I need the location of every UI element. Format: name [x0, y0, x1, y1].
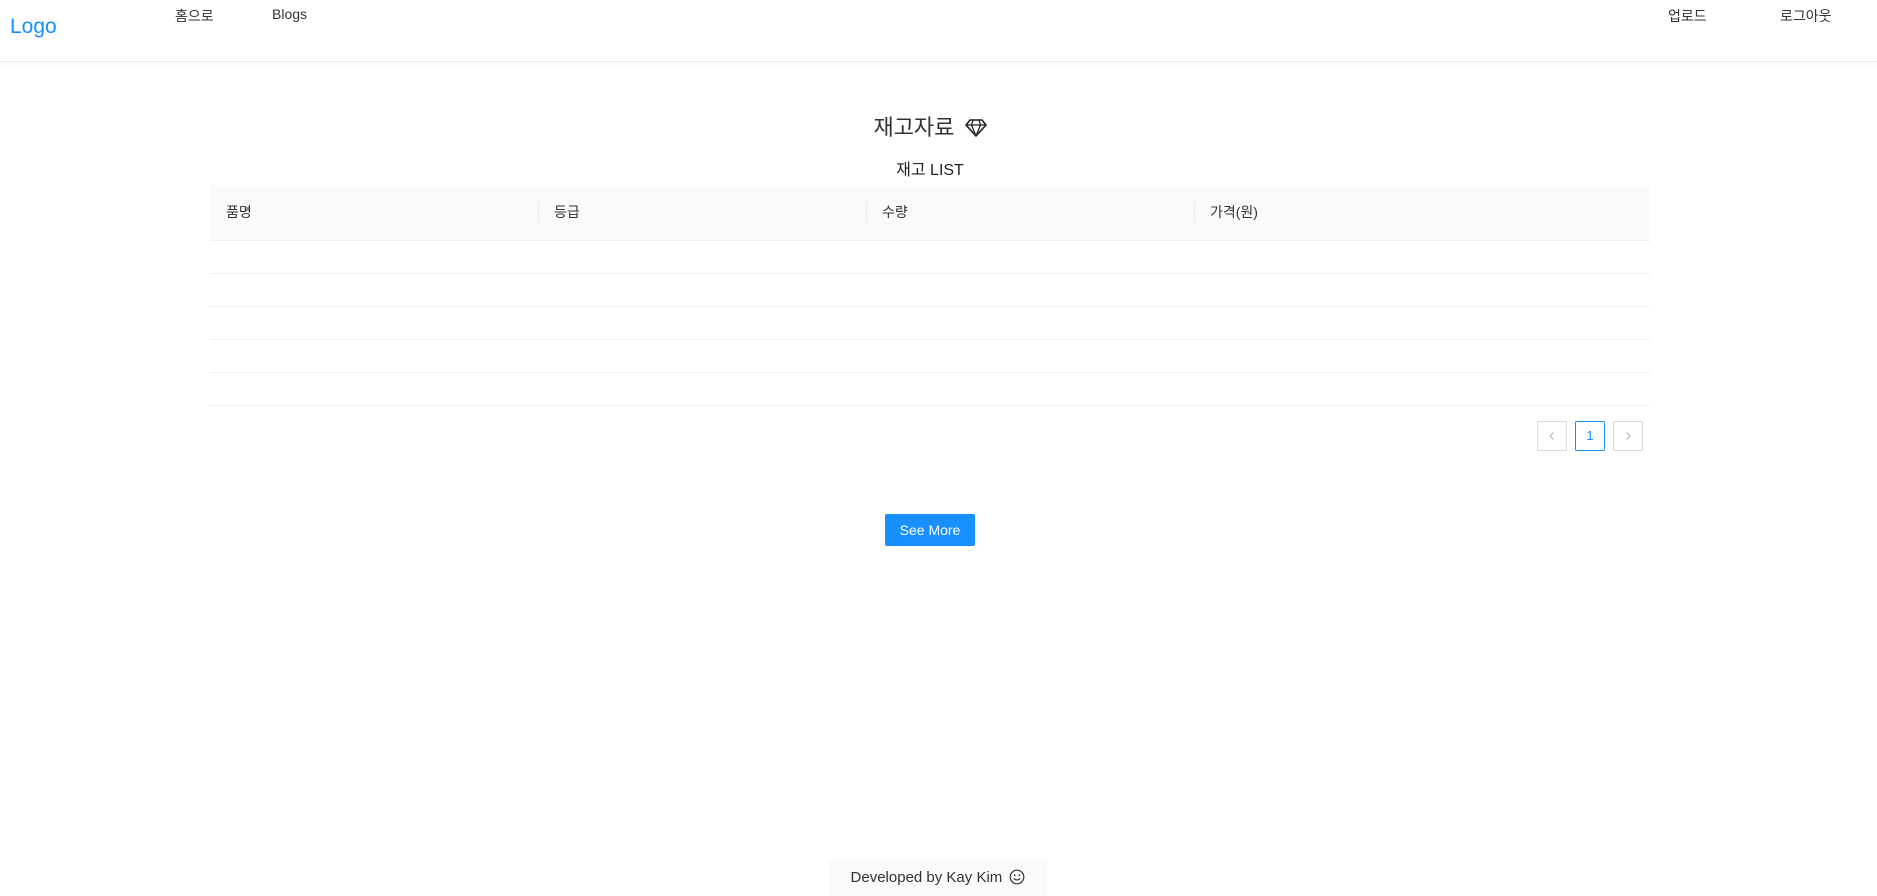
column-header-quantity: 수량 — [866, 185, 1194, 240]
list-title: 재고 LIST — [896, 162, 964, 179]
chevron-left-icon — [1549, 432, 1554, 440]
pagination: 1 — [1537, 421, 1643, 451]
table-row — [210, 373, 1650, 406]
nav-upload[interactable]: 업로드 — [1668, 6, 1707, 26]
diamond-icon — [964, 119, 987, 137]
see-more-button[interactable]: See More — [885, 514, 975, 546]
table-header: 품명 등급 수량 가격(원) — [210, 185, 1650, 241]
footer: Developed by Kay Kim — [829, 860, 1047, 896]
column-header-grade: 등급 — [538, 185, 866, 240]
table-row — [210, 340, 1650, 373]
nav-blogs[interactable]: Blogs — [272, 6, 307, 22]
page-title: 재고자료 — [873, 115, 955, 140]
table-row — [210, 241, 1650, 274]
header-bar: Logo 홈으로 Blogs 업로드 로그아웃 — [0, 0, 1877, 62]
column-header-price: 가격(원) — [1194, 185, 1650, 240]
nav-home[interactable]: 홈으로 — [175, 6, 214, 26]
nav-logout[interactable]: 로그아웃 — [1780, 6, 1832, 26]
logo[interactable]: Logo — [10, 15, 57, 39]
inventory-table: 품명 등급 수량 가격(원) — [210, 185, 1650, 406]
page-title-wrap: 재고자료 — [210, 110, 1650, 142]
table-row — [210, 307, 1650, 340]
next-page-button[interactable] — [1613, 421, 1643, 451]
prev-page-button[interactable] — [1537, 421, 1567, 451]
smile-icon — [1010, 869, 1025, 885]
footer-text: Developed by Kay Kim — [850, 869, 1003, 886]
page-1-button[interactable]: 1 — [1575, 421, 1605, 451]
column-header-name: 품명 — [226, 204, 252, 220]
table-row — [210, 274, 1650, 307]
chevron-right-icon — [1626, 432, 1631, 440]
